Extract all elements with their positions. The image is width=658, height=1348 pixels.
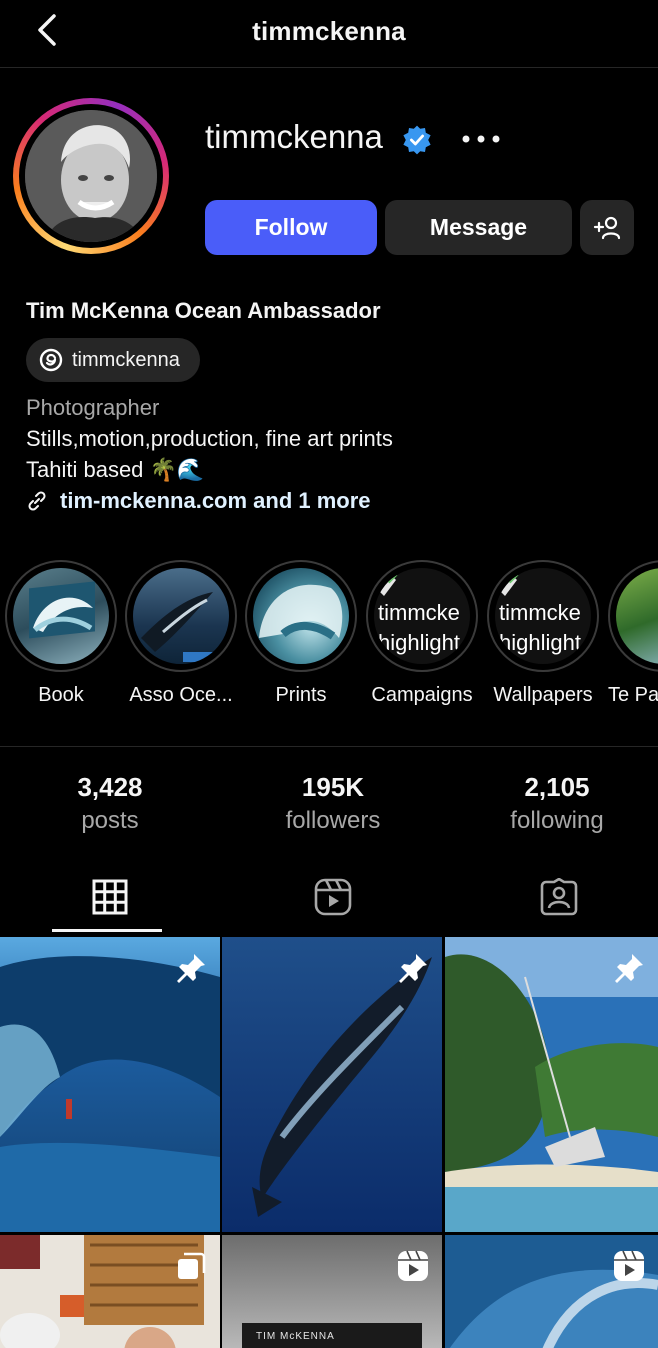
story-highlights: Book Asso Oce... Prints timmcke highligh… bbox=[0, 560, 658, 710]
highlight-cover-text: highlight bbox=[499, 630, 581, 655]
highlight-campaigns[interactable]: timmcke highlight Campaigns bbox=[366, 560, 478, 707]
highlight-label: Prints bbox=[275, 684, 327, 706]
tab-reels[interactable] bbox=[223, 858, 442, 936]
highlight-cover-text: timmcke bbox=[499, 600, 581, 625]
story-ring[interactable] bbox=[13, 98, 169, 254]
top-bar: timmckenna bbox=[0, 0, 658, 68]
avatar-portrait bbox=[25, 110, 157, 242]
stat-following[interactable]: 2,105 following bbox=[447, 772, 658, 835]
tab-tagged[interactable] bbox=[449, 858, 658, 936]
stat-posts: 3,428 posts bbox=[0, 772, 220, 835]
highlight-wallpapers[interactable]: timmcke highlight Wallpapers bbox=[487, 560, 599, 707]
highlight-asso-ocean[interactable]: Asso Oce... bbox=[125, 560, 237, 707]
follow-button[interactable]: Follow bbox=[205, 200, 377, 255]
stat-followers[interactable]: 195K followers bbox=[223, 772, 443, 835]
pin-icon bbox=[177, 954, 205, 983]
stat-value: 3,428 bbox=[77, 772, 143, 802]
tagged-icon bbox=[540, 878, 577, 916]
reel-icon bbox=[398, 1250, 428, 1281]
highlight-label: Wallpapers bbox=[493, 684, 593, 706]
highlight-label: Te Pa bbox=[608, 684, 658, 706]
post-thumbnail[interactable]: TIM McKENNA bbox=[222, 1235, 442, 1348]
post-thumbnail[interactable] bbox=[0, 937, 220, 1232]
post-thumbnail[interactable] bbox=[445, 937, 658, 1232]
stat-label: posts bbox=[81, 807, 139, 834]
threads-handle: timmckenna bbox=[72, 348, 180, 371]
page-title: timmckenna bbox=[252, 16, 406, 46]
message-button[interactable]: Message bbox=[385, 200, 572, 255]
threads-icon bbox=[39, 348, 63, 372]
suggested-users-button[interactable] bbox=[580, 200, 634, 255]
carousel-icon bbox=[178, 1252, 206, 1279]
post-thumbnail[interactable] bbox=[445, 1235, 658, 1348]
threads-badge[interactable]: timmckenna bbox=[26, 338, 200, 382]
highlight-te-pa[interactable]: Te Pa bbox=[608, 560, 658, 707]
post-thumbnail[interactable] bbox=[222, 937, 442, 1232]
divider bbox=[0, 746, 658, 747]
more-options-button[interactable] bbox=[459, 124, 503, 154]
highlight-label: Book bbox=[38, 684, 84, 706]
profile-tabs bbox=[0, 858, 658, 936]
bio-text-line: Tahiti based 🌴🌊 bbox=[26, 457, 205, 482]
more-icon bbox=[462, 135, 500, 143]
pin-icon bbox=[399, 954, 427, 983]
stat-label: following bbox=[510, 807, 604, 834]
highlight-cover: timmcke highlight bbox=[374, 568, 470, 664]
add-user-icon bbox=[593, 216, 621, 239]
profile-category: Photographer bbox=[26, 395, 160, 420]
verified-badge-icon bbox=[403, 125, 431, 155]
highlight-cover bbox=[13, 568, 109, 664]
avatar bbox=[25, 110, 157, 242]
highlight-cover-text: timmcke bbox=[378, 600, 460, 625]
grid-icon bbox=[92, 879, 127, 915]
tab-posts-grid[interactable] bbox=[0, 858, 219, 936]
stat-value: 2,105 bbox=[524, 772, 590, 802]
username: timmckenna bbox=[205, 118, 383, 155]
highlight-cover bbox=[253, 568, 349, 664]
highlight-label: Asso Oce... bbox=[129, 684, 233, 706]
stat-value: 195K bbox=[301, 772, 365, 802]
post-caption: TIM McKENNA bbox=[256, 1331, 335, 1342]
reels-icon bbox=[314, 878, 351, 916]
display-name: Tim McKenna Ocean Ambassador bbox=[26, 298, 381, 323]
highlight-cover bbox=[133, 568, 229, 664]
profile-link[interactable]: tim-mckenna.com and 1 more bbox=[26, 488, 371, 514]
highlight-cover: timmcke highlight bbox=[495, 568, 591, 664]
pin-icon bbox=[615, 954, 643, 983]
highlight-cover bbox=[616, 568, 658, 664]
bio-text-line: Stills,motion,production, fine art print… bbox=[26, 426, 393, 451]
link-icon bbox=[28, 491, 46, 511]
active-tab-indicator bbox=[52, 929, 162, 932]
highlight-cover-text: highlight bbox=[378, 630, 460, 655]
highlight-label: Campaigns bbox=[371, 684, 473, 706]
reel-icon bbox=[614, 1250, 644, 1281]
profile-link-text: tim-mckenna.com and 1 more bbox=[60, 488, 371, 513]
highlight-prints[interactable]: Prints bbox=[245, 560, 357, 707]
stat-label: followers bbox=[285, 807, 381, 834]
highlight-book[interactable]: Book bbox=[5, 560, 117, 707]
post-thumbnail[interactable] bbox=[0, 1235, 220, 1348]
